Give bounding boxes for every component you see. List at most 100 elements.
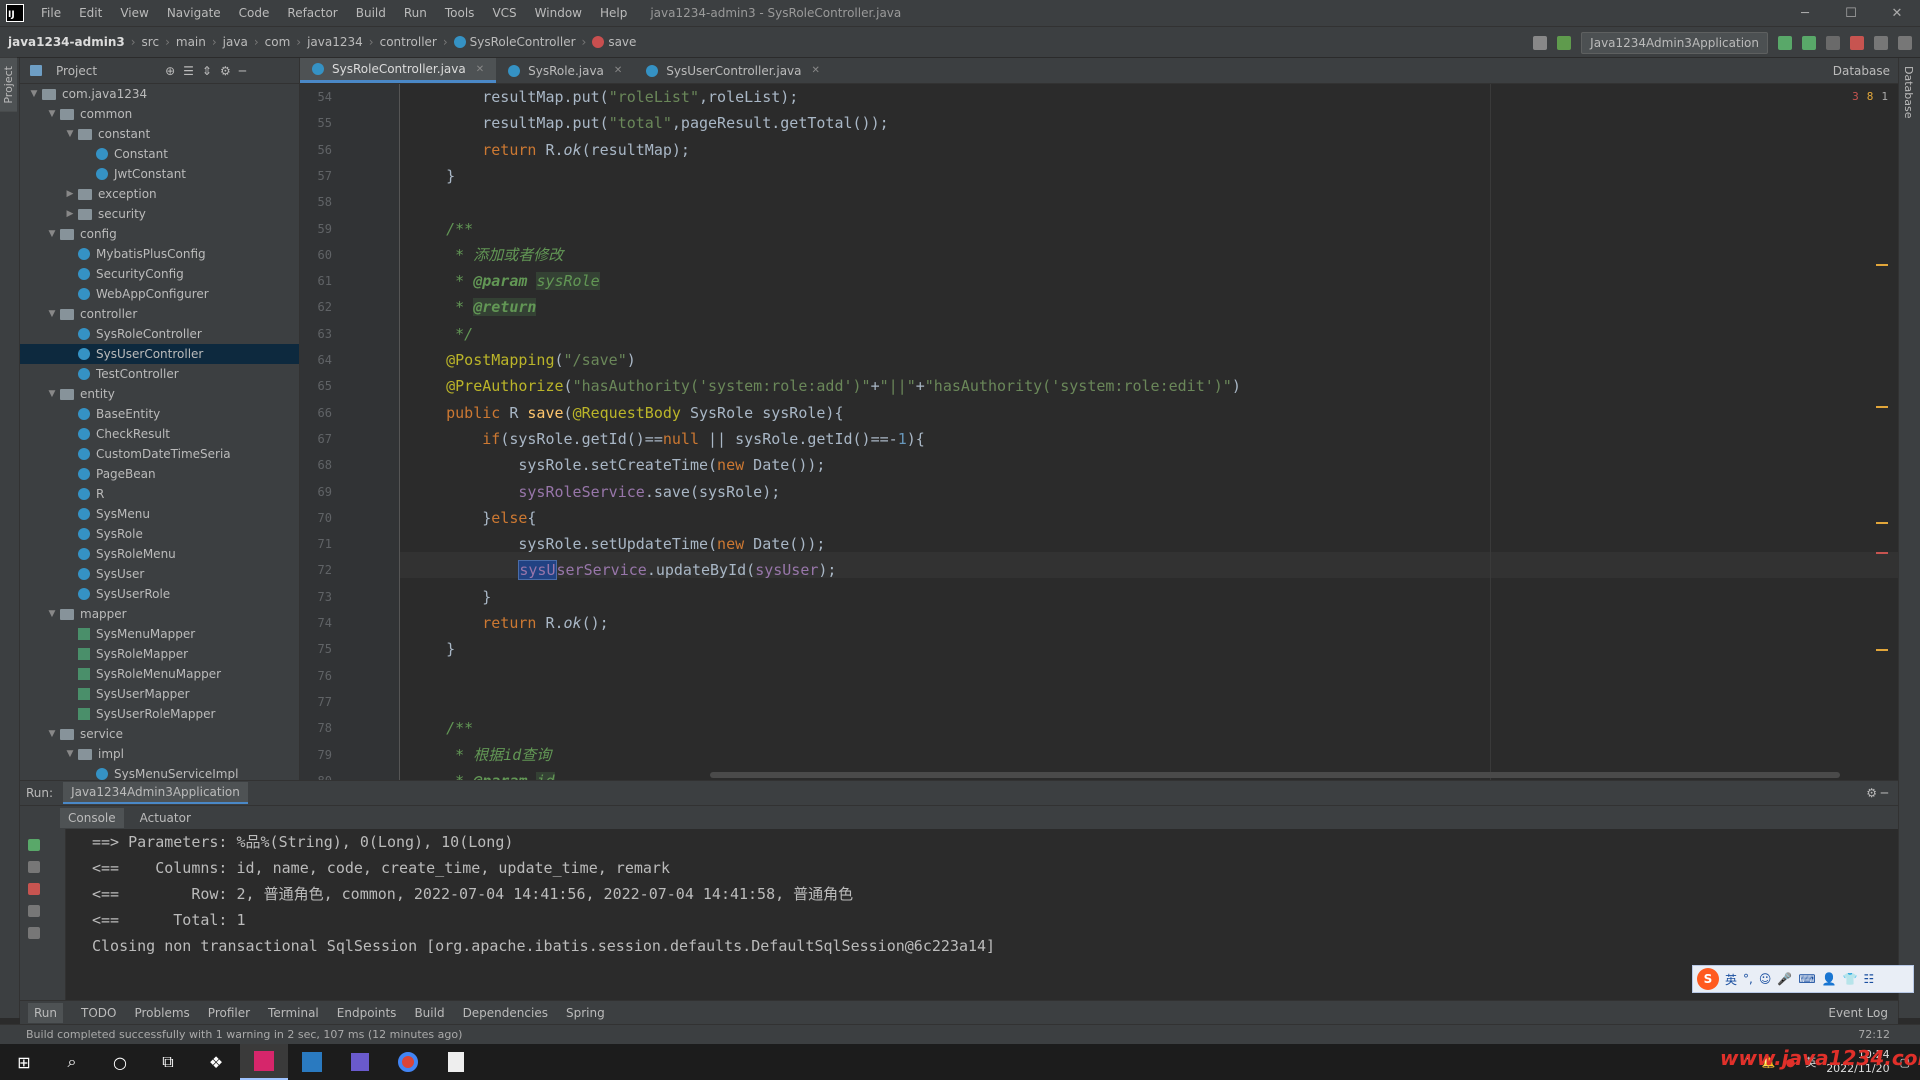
app-icon[interactable]: ❖ — [192, 1044, 240, 1080]
cortana-icon[interactable]: ○ — [96, 1044, 144, 1080]
tool-tab-dependencies[interactable]: Dependencies — [463, 1006, 548, 1020]
breadcrumb-java1234[interactable]: java1234 — [307, 35, 363, 49]
tree-item[interactable]: BaseEntity — [20, 404, 299, 424]
menu-build[interactable]: Build — [347, 6, 395, 20]
search-icon[interactable] — [1874, 36, 1888, 50]
notepad-taskbar-icon[interactable] — [432, 1044, 480, 1080]
project-view-select[interactable]: Project — [56, 64, 97, 78]
code-line[interactable]: @PreAuthorize("hasAuthority('system:role… — [410, 373, 1241, 399]
code-line[interactable]: if(sysRole.getId()==null || sysRole.getI… — [410, 426, 925, 452]
hide-icon[interactable]: ─ — [239, 64, 246, 78]
menu-vcs[interactable]: VCS — [483, 6, 525, 20]
menu-run[interactable]: Run — [395, 6, 436, 20]
close-tab-icon[interactable]: ✕ — [614, 65, 622, 76]
menu-view[interactable]: View — [111, 6, 157, 20]
vscode-taskbar-icon[interactable] — [288, 1044, 336, 1080]
caret-position[interactable]: 72:12 — [1858, 1028, 1920, 1041]
menu-navigate[interactable]: Navigate — [158, 6, 230, 20]
ime-emoji-icon[interactable]: ☺ — [1759, 972, 1772, 986]
code-line[interactable]: } — [410, 584, 491, 610]
warning-marker[interactable] — [1876, 406, 1888, 408]
tree-item[interactable]: ▼ com.java1234 — [20, 84, 299, 104]
chevron-icon[interactable]: ▼ — [64, 129, 76, 139]
menu-file[interactable]: File — [32, 6, 70, 20]
chevron-icon[interactable]: ▼ — [46, 109, 58, 119]
tree-item[interactable]: Constant — [20, 144, 299, 164]
event-log-button[interactable]: Event Log — [1828, 1006, 1898, 1020]
code-line[interactable]: return R.ok(resultMap); — [410, 137, 690, 163]
tree-item[interactable]: ▼ mapper — [20, 604, 299, 624]
tree-item[interactable]: WebAppConfigurer — [20, 284, 299, 304]
menu-refactor[interactable]: Refactor — [278, 6, 346, 20]
sogou-ime-icon[interactable]: S — [1697, 968, 1719, 990]
tree-item[interactable]: ▼ impl — [20, 744, 299, 764]
menu-help[interactable]: Help — [591, 6, 636, 20]
chevron-icon[interactable]: ▼ — [46, 229, 58, 239]
tree-item[interactable]: SysMenuMapper — [20, 624, 299, 644]
code-line[interactable]: * 根据id查询 — [410, 742, 551, 768]
code-line[interactable]: * @param id — [410, 768, 555, 780]
tree-item[interactable]: SysUserRoleMapper — [20, 704, 299, 724]
error-marker[interactable] — [1876, 552, 1888, 554]
run-config-tab[interactable]: Java1234Admin3Application — [63, 782, 248, 804]
ime-skin-icon[interactable]: 👕 — [1843, 972, 1858, 986]
tool-tab-spring[interactable]: Spring — [566, 1006, 605, 1020]
tool-tab-run[interactable]: Run — [28, 1002, 64, 1023]
code-editor[interactable]: 54 55 56 57 58 59 60 61 62 63 64 65 66 67 68 69 70 71 72 73… — [300, 84, 1898, 780]
tree-item[interactable]: ▼ config — [20, 224, 299, 244]
intellij-taskbar-icon[interactable] — [240, 1044, 288, 1080]
rerun-icon[interactable] — [28, 839, 40, 851]
gear-icon[interactable]: ⚙ ─ — [1866, 786, 1898, 800]
horizontal-scrollbar[interactable] — [710, 772, 1840, 778]
rerun-icon[interactable] — [1778, 36, 1792, 50]
expand-icon[interactable]: ⇕ — [202, 64, 212, 78]
tool-tab-profiler[interactable]: Profiler — [208, 1006, 250, 1020]
warning-marker[interactable] — [1876, 522, 1888, 524]
actuator-tab[interactable]: Actuator — [140, 811, 191, 825]
tree-item[interactable]: SysUserMapper — [20, 684, 299, 704]
close-tab-icon[interactable]: ✕ — [476, 64, 484, 75]
menu-code[interactable]: Code — [230, 6, 279, 20]
ime-toolbar[interactable]: S 英 °, ☺ 🎤 ⌨ 👤 👕 ☷ — [1692, 965, 1914, 993]
code-line[interactable]: @PostMapping("/save") — [410, 347, 636, 373]
tree-item[interactable]: SysRoleController — [20, 324, 299, 344]
console-tab[interactable]: Console — [60, 807, 124, 828]
code-line[interactable]: */ — [410, 321, 473, 347]
breadcrumb-java[interactable]: java — [223, 35, 248, 49]
tree-item[interactable]: SysRole — [20, 524, 299, 544]
tree-item[interactable]: SysRoleMapper — [20, 644, 299, 664]
ime-voice-icon[interactable]: 🎤 — [1777, 972, 1792, 986]
stop-icon[interactable] — [1850, 36, 1864, 50]
chevron-icon[interactable]: ▼ — [64, 749, 76, 759]
run-config-select[interactable]: Java1234Admin3Application — [1581, 32, 1768, 54]
editor-tab[interactable]: SysRoleController.java ✕ — [300, 58, 497, 83]
code-line[interactable]: } — [410, 163, 455, 189]
code-line[interactable]: sysRoleService.save(sysRole); — [410, 479, 780, 505]
tool-tab-build[interactable]: Build — [414, 1006, 444, 1020]
chevron-icon[interactable]: ▼ — [46, 609, 58, 619]
code-line[interactable]: * 添加或者修改 — [410, 242, 563, 268]
tree-item[interactable]: CustomDateTimeSeria — [20, 444, 299, 464]
tree-item[interactable]: ▶ exception — [20, 184, 299, 204]
ime-language[interactable]: 英 — [1725, 971, 1737, 988]
breadcrumb-main[interactable]: main — [176, 35, 206, 49]
code-line[interactable]: sysRole.setUpdateTime(new Date()); — [410, 531, 825, 557]
database-tool-button[interactable]: Database — [1833, 64, 1890, 78]
tree-item[interactable]: MybatisPlusConfig — [20, 244, 299, 264]
tree-item[interactable]: PageBean — [20, 464, 299, 484]
restore-layout-icon[interactable] — [28, 927, 40, 939]
menu-window[interactable]: Window — [526, 6, 591, 20]
code-line[interactable]: * @param sysRole — [410, 268, 600, 294]
tree-item[interactable]: SecurityConfig — [20, 264, 299, 284]
camera-icon[interactable] — [28, 905, 40, 917]
tree-item[interactable]: ▼ common — [20, 104, 299, 124]
inspection-widget[interactable]: 3 8 1 — [1852, 90, 1888, 103]
tool-tab-endpoints[interactable]: Endpoints — [337, 1006, 397, 1020]
collapse-icon[interactable]: ☰ — [183, 64, 194, 78]
stop-icon[interactable] — [28, 883, 40, 895]
breadcrumb-method[interactable]: save — [608, 35, 636, 49]
ime-punctuation-icon[interactable]: °, — [1743, 972, 1753, 986]
maximize-icon[interactable]: ☐ — [1828, 0, 1874, 26]
code-line[interactable]: } — [410, 636, 455, 662]
locate-icon[interactable]: ⊕ — [165, 64, 175, 78]
